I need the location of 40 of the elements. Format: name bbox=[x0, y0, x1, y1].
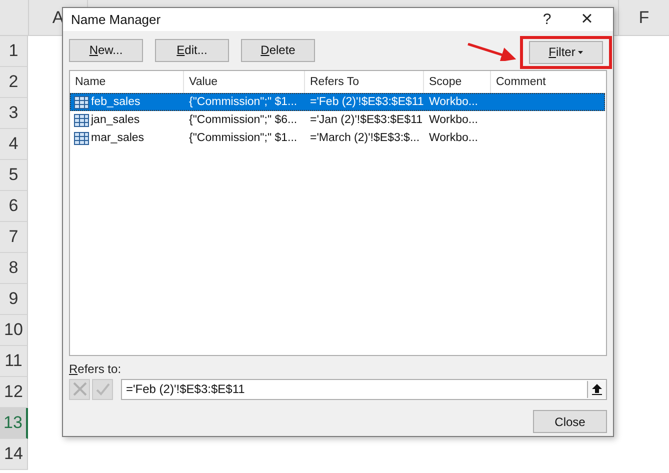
row-header[interactable]: 1 bbox=[0, 36, 28, 67]
new-button[interactable]: New... bbox=[69, 38, 143, 62]
table-cell: Workbo... bbox=[429, 96, 478, 108]
row-header[interactable]: 6 bbox=[0, 191, 28, 222]
close-button[interactable]: Close bbox=[533, 410, 607, 433]
table-cell: feb_sales bbox=[91, 96, 140, 108]
table-row[interactable]: jan_sales {"Commission";" $6... ='Jan (2)'!$E$3:$E$11 Workbo... bbox=[70, 111, 605, 129]
refers-to-field[interactable]: ='Feb (2)'!$E$3:$E$11 bbox=[121, 378, 607, 400]
table-cell: jan_sales bbox=[91, 114, 140, 126]
row-header[interactable]: 14 bbox=[0, 439, 28, 470]
help-button[interactable]: ? bbox=[527, 11, 567, 28]
table-cell: {"Commission";" $1... bbox=[189, 96, 298, 108]
table-row[interactable]: feb_sales {"Commission";" $1... ='Feb (2)'!$E$3:$E$11 Workbo... bbox=[70, 93, 605, 111]
table-cell: Workbo... bbox=[429, 132, 478, 144]
table-row[interactable]: mar_sales {"Commission";" $1... ='March (2)'!$E$3:$... Workbo... bbox=[70, 129, 605, 147]
table-cell: Workbo... bbox=[429, 114, 478, 126]
refers-to-label: Refers to: bbox=[69, 362, 122, 376]
table-cell: {"Commission";" $6... bbox=[189, 114, 298, 126]
table-cell: ='Jan (2)'!$E$3:$E$11 bbox=[310, 114, 423, 126]
delete-button[interactable]: Delete bbox=[241, 38, 315, 62]
row-header[interactable]: 5 bbox=[0, 160, 28, 191]
table-cell: mar_sales bbox=[91, 132, 144, 144]
row-header[interactable]: 11 bbox=[0, 346, 28, 377]
close-button[interactable]: × bbox=[567, 8, 607, 31]
row-header[interactable]: 2 bbox=[0, 67, 28, 98]
edit-button[interactable]: Edit... bbox=[155, 38, 229, 62]
column-header[interactable]: F bbox=[618, 0, 669, 35]
table-cell: ='Feb (2)'!$E$3:$E$11 bbox=[310, 96, 424, 108]
row-header[interactable]: 7 bbox=[0, 222, 28, 253]
table-cell: ='March (2)'!$E$3:$... bbox=[310, 132, 420, 144]
table-cell: {"Commission";" $1... bbox=[189, 132, 298, 144]
row-header[interactable]: 13 bbox=[0, 408, 28, 439]
row-header[interactable]: 3 bbox=[0, 98, 28, 129]
row-header[interactable]: 9 bbox=[0, 284, 28, 315]
row-header[interactable]: 4 bbox=[0, 129, 28, 160]
row-header[interactable]: 10 bbox=[0, 315, 28, 346]
row-header[interactable]: 12 bbox=[0, 377, 28, 408]
filter-button[interactable]: Filter bbox=[529, 40, 603, 64]
column-header[interactable]: Comment bbox=[491, 71, 605, 93]
row-header[interactable]: 8 bbox=[0, 253, 28, 284]
